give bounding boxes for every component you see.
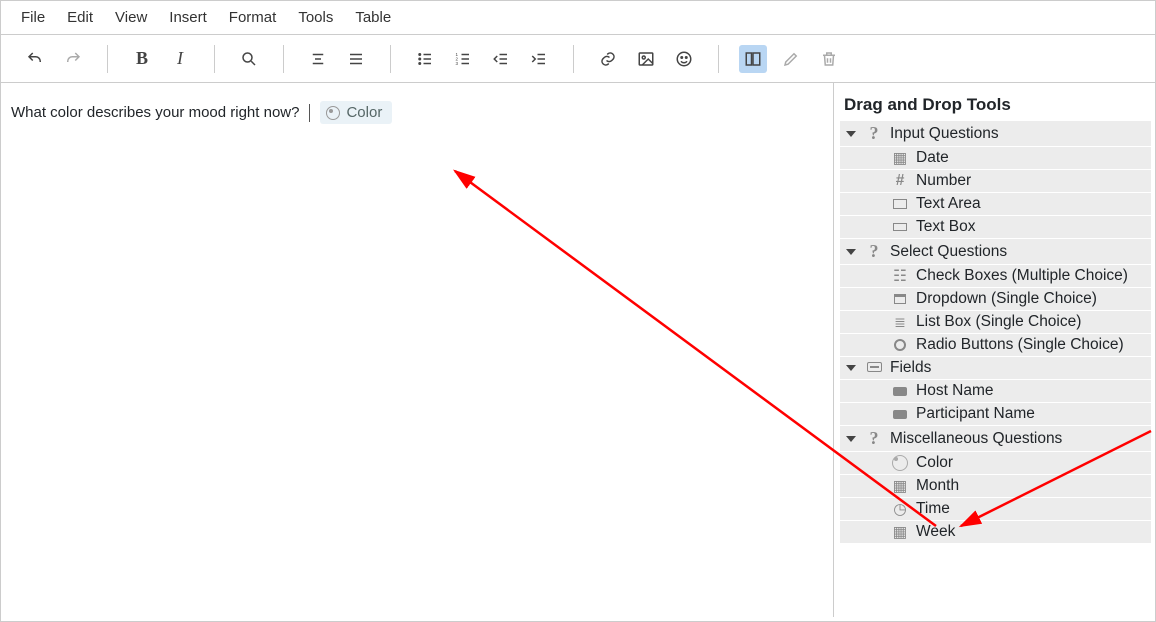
tree-item[interactable]: Text Box bbox=[840, 216, 1151, 238]
item-label: Number bbox=[916, 172, 971, 190]
tree-category[interactable]: Fields bbox=[840, 357, 1151, 379]
edit-button[interactable] bbox=[777, 45, 805, 73]
search-button[interactable] bbox=[235, 45, 263, 73]
form-field-button[interactable] bbox=[739, 45, 767, 73]
tree-item[interactable]: Participant Name bbox=[840, 403, 1151, 425]
caret-down-icon bbox=[846, 131, 856, 137]
tools-sidebar: Drag and Drop Tools ?Input Questions Date… bbox=[833, 83, 1155, 617]
tree-category[interactable]: ?Miscellaneous Questions bbox=[840, 426, 1151, 451]
caret-down-icon bbox=[846, 436, 856, 442]
item-label: List Box (Single Choice) bbox=[916, 313, 1081, 331]
item-label: Host Name bbox=[916, 382, 994, 400]
tree-item[interactable]: Date bbox=[840, 147, 1151, 169]
category-label: Input Questions bbox=[890, 125, 999, 143]
tree-category[interactable]: ?Input Questions bbox=[840, 121, 1151, 146]
outdent-button[interactable] bbox=[487, 45, 515, 73]
bold-button[interactable]: B bbox=[128, 45, 156, 73]
menu-bar: File Edit View Insert Format Tools Table bbox=[1, 1, 1155, 35]
app-window: File Edit View Insert Format Tools Table… bbox=[0, 0, 1156, 622]
italic-button[interactable]: I bbox=[166, 45, 194, 73]
menu-view[interactable]: View bbox=[115, 9, 147, 26]
category-label: Fields bbox=[890, 359, 931, 377]
redo-button[interactable] bbox=[59, 45, 87, 73]
tree-item[interactable]: Color bbox=[840, 452, 1151, 474]
caret-down-icon bbox=[846, 249, 856, 255]
tools-tree: ?Input Questions Date Number Text Area Text … bbox=[840, 121, 1151, 543]
menu-format[interactable]: Format bbox=[229, 9, 277, 26]
menu-table[interactable]: Table bbox=[355, 9, 391, 26]
caret-down-icon bbox=[846, 365, 856, 371]
separator-icon bbox=[718, 45, 719, 73]
editor-line: What color describes your mood right now… bbox=[11, 101, 823, 124]
item-label: Check Boxes (Multiple Choice) bbox=[916, 267, 1128, 285]
text-cursor bbox=[309, 104, 310, 122]
chip-label: Color bbox=[346, 104, 382, 121]
tree-item[interactable]: Host Name bbox=[840, 380, 1151, 402]
align-center-button[interactable] bbox=[304, 45, 332, 73]
menu-edit[interactable]: Edit bbox=[67, 9, 93, 26]
item-label: Participant Name bbox=[916, 405, 1035, 423]
tree-item[interactable]: Number bbox=[840, 170, 1151, 192]
number-list-button[interactable]: 123 bbox=[449, 45, 477, 73]
item-label: Dropdown (Single Choice) bbox=[916, 290, 1097, 308]
align-justify-button[interactable] bbox=[342, 45, 370, 73]
indent-button[interactable] bbox=[525, 45, 553, 73]
color-field-chip[interactable]: Color bbox=[320, 101, 392, 124]
separator-icon bbox=[573, 45, 574, 73]
item-label: Text Area bbox=[916, 195, 981, 213]
item-label: Week bbox=[916, 523, 955, 541]
main-area: What color describes your mood right now… bbox=[1, 83, 1155, 617]
category-label: Select Questions bbox=[890, 243, 1007, 261]
item-label: Date bbox=[916, 149, 949, 167]
item-label: Color bbox=[916, 454, 953, 472]
tree-item[interactable]: Radio Buttons (Single Choice) bbox=[840, 334, 1151, 356]
palette-icon bbox=[326, 106, 340, 120]
emoji-button[interactable] bbox=[670, 45, 698, 73]
separator-icon bbox=[283, 45, 284, 73]
menu-tools[interactable]: Tools bbox=[298, 9, 333, 26]
sidebar-title: Drag and Drop Tools bbox=[840, 95, 1151, 121]
separator-icon bbox=[107, 45, 108, 73]
menu-file[interactable]: File bbox=[21, 9, 45, 26]
link-button[interactable] bbox=[594, 45, 622, 73]
item-label: Time bbox=[916, 500, 950, 518]
item-label: Month bbox=[916, 477, 959, 495]
tree-item[interactable]: Month bbox=[840, 475, 1151, 497]
tree-item[interactable]: Dropdown (Single Choice) bbox=[840, 288, 1151, 310]
item-label: Radio Buttons (Single Choice) bbox=[916, 336, 1124, 354]
separator-icon bbox=[390, 45, 391, 73]
menu-insert[interactable]: Insert bbox=[169, 9, 207, 26]
question-text: What color describes your mood right now… bbox=[11, 104, 299, 121]
bullet-list-button[interactable] bbox=[411, 45, 439, 73]
toolbar: B I 123 bbox=[1, 35, 1155, 83]
image-button[interactable] bbox=[632, 45, 660, 73]
editor-canvas[interactable]: What color describes your mood right now… bbox=[1, 83, 833, 617]
tree-item[interactable]: Check Boxes (Multiple Choice) bbox=[840, 265, 1151, 287]
svg-text:3: 3 bbox=[456, 61, 459, 66]
delete-button[interactable] bbox=[815, 45, 843, 73]
item-label: Text Box bbox=[916, 218, 975, 236]
tree-category[interactable]: ?Select Questions bbox=[840, 239, 1151, 264]
tree-item[interactable]: List Box (Single Choice) bbox=[840, 311, 1151, 333]
category-label: Miscellaneous Questions bbox=[890, 430, 1062, 448]
separator-icon bbox=[214, 45, 215, 73]
tree-item[interactable]: Text Area bbox=[840, 193, 1151, 215]
tree-item[interactable]: Time bbox=[840, 498, 1151, 520]
tree-item[interactable]: Week bbox=[840, 521, 1151, 543]
undo-button[interactable] bbox=[21, 45, 49, 73]
